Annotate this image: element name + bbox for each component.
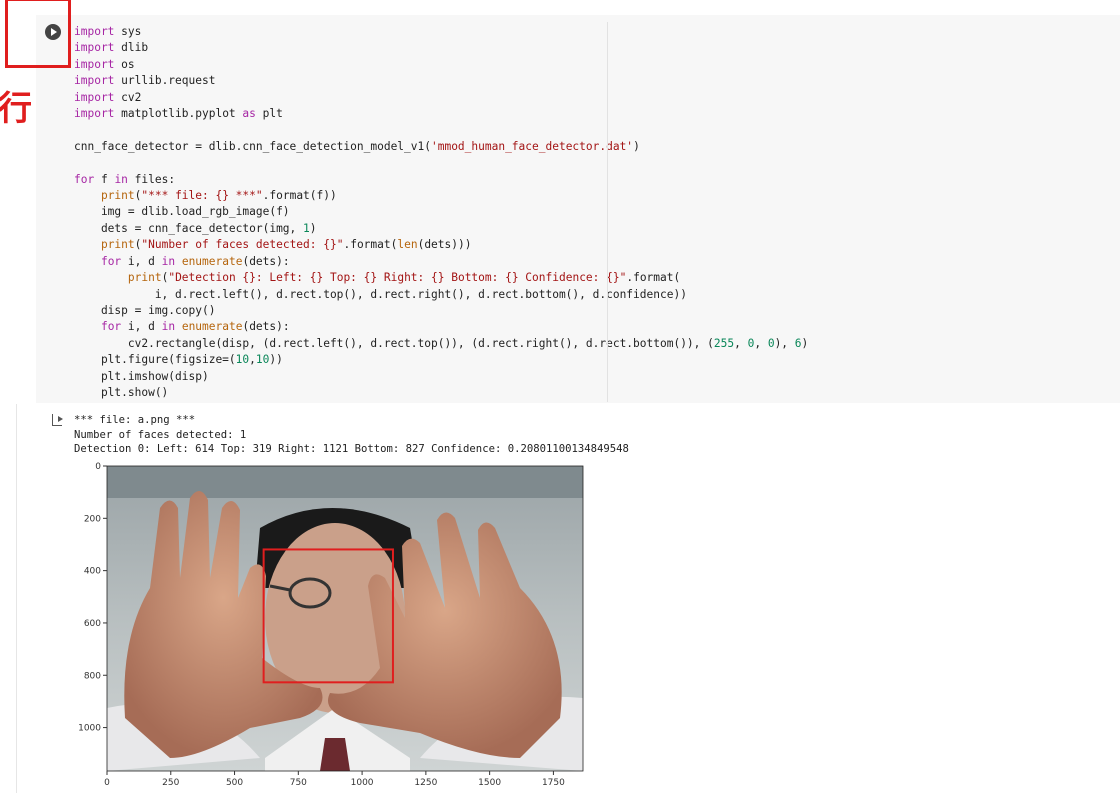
code-line[interactable]: i, d.rect.left(), d.rect.top(), d.rect.r… <box>74 288 687 301</box>
code-line[interactable]: disp = img.copy() <box>74 304 216 317</box>
x-tick-label: 500 <box>226 778 243 788</box>
annotation-char: 行 <box>0 89 32 129</box>
code-line[interactable]: cv2.rectangle(disp, (d.rect.left(), d.re… <box>74 337 808 350</box>
code-line[interactable]: import dlib <box>74 41 148 54</box>
run-highlight-box <box>5 0 71 68</box>
code-editor[interactable]: import sys import dlib import os import … <box>74 24 808 401</box>
x-tick-label: 0 <box>104 778 110 788</box>
code-line[interactable]: plt.figure(figsize=(10,10)) <box>74 353 283 366</box>
code-line[interactable]: cnn_face_detector = dlib.cnn_face_detect… <box>74 140 640 153</box>
run-cell-button[interactable] <box>45 24 61 40</box>
y-axis-ticks: 0 200 400 600 800 1000 <box>78 462 107 734</box>
photo-image <box>107 466 583 771</box>
y-tick-label: 800 <box>84 671 101 681</box>
code-line[interactable]: import urllib.request <box>74 74 215 87</box>
x-axis-ticks: 0 250 500 750 1000 1250 1500 1750 <box>104 771 565 788</box>
x-tick-label: 250 <box>162 778 179 788</box>
code-line[interactable]: print("*** file: {} ***".format(f)) <box>74 189 337 202</box>
code-line[interactable]: plt.show() <box>74 386 168 399</box>
output-line: Detection 0: Left: 614 Top: 319 Right: 1… <box>74 443 629 456</box>
code-line[interactable]: plt.imshow(disp) <box>74 370 209 383</box>
matplotlib-figure: 0 250 500 750 1000 1250 1500 1750 0 200 400 600 800… <box>78 462 584 788</box>
y-tick-label: 200 <box>84 514 101 524</box>
code-line[interactable]: print("Detection {}: Left: {} Top: {} Ri… <box>74 271 680 284</box>
output-icon[interactable] <box>52 414 63 426</box>
code-line[interactable]: import matplotlib.pyplot as plt <box>74 107 283 120</box>
line-length-ruler <box>607 22 608 402</box>
y-tick-label: 600 <box>84 619 101 629</box>
x-tick-label: 1500 <box>478 778 501 788</box>
code-line[interactable]: import os <box>74 58 135 71</box>
y-tick-label: 1000 <box>78 724 101 734</box>
x-tick-label: 1000 <box>351 778 374 788</box>
output-line: *** file: a.png *** <box>74 414 196 426</box>
code-line[interactable]: import sys <box>74 25 141 38</box>
x-tick-label: 1250 <box>414 778 437 788</box>
code-line[interactable]: for i, d in enumerate(dets): <box>74 320 290 333</box>
code-line[interactable]: for f in files: <box>74 173 175 186</box>
code-line[interactable]: print("Number of faces detected: {}".for… <box>74 238 472 251</box>
code-line[interactable]: for i, d in enumerate(dets): <box>74 255 290 268</box>
y-tick-label: 0 <box>95 462 101 472</box>
code-line[interactable]: img = dlib.load_rgb_image(f) <box>74 205 290 218</box>
code-line[interactable]: import cv2 <box>74 91 141 104</box>
x-tick-label: 1750 <box>542 778 565 788</box>
output-line: Number of faces detected: 1 <box>74 428 247 441</box>
y-tick-label: 400 <box>84 567 101 577</box>
x-tick-label: 750 <box>290 778 307 788</box>
code-line[interactable]: dets = cnn_face_detector(img, 1) <box>74 222 317 235</box>
cell-output: *** file: a.png *** Number of faces dete… <box>74 413 629 457</box>
